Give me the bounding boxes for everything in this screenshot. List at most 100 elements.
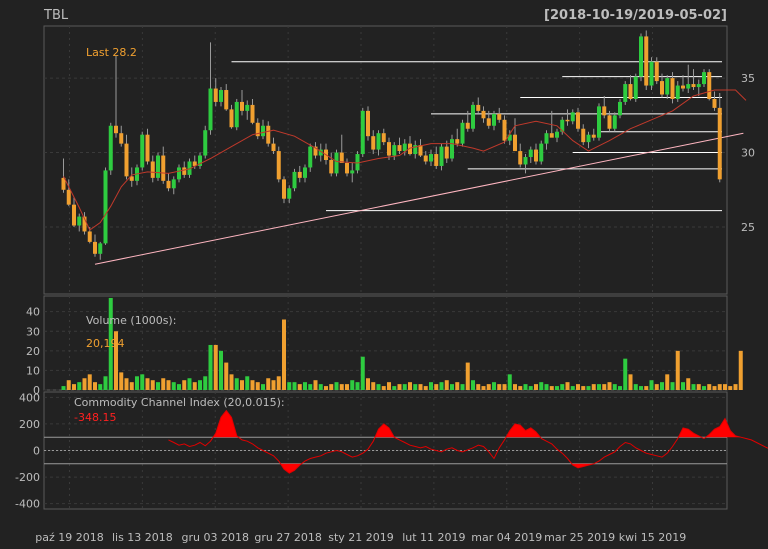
- volume-bar: [602, 384, 607, 390]
- candle-body: [450, 139, 454, 159]
- candle-body: [523, 157, 528, 165]
- candle-body: [213, 88, 218, 102]
- volume-bar: [166, 380, 171, 390]
- volume-bar: [555, 386, 559, 390]
- candle-body: [203, 130, 208, 156]
- cci-last-value: -348.15: [74, 411, 116, 424]
- candle-body: [87, 231, 92, 242]
- volume-bar: [623, 358, 628, 390]
- candle-body: [287, 188, 292, 199]
- x-axis-label: paź 19 2018: [35, 531, 103, 544]
- volume-bar: [161, 378, 166, 390]
- candle-body: [140, 134, 145, 168]
- candle-body: [366, 110, 370, 137]
- volume-bar: [271, 380, 276, 390]
- candle-body: [124, 143, 129, 177]
- candle-body: [696, 84, 701, 88]
- volume-bar: [187, 378, 192, 390]
- symbol-title: TBL: [43, 8, 69, 23]
- candle-body: [649, 61, 654, 86]
- volume-bar: [177, 384, 181, 390]
- candle-body: [602, 106, 607, 116]
- candle-body: [439, 146, 444, 166]
- volume-bar: [429, 382, 433, 390]
- candle-body: [691, 84, 696, 88]
- volume-bar: [292, 382, 297, 390]
- last-price-label: Last 28.2: [86, 46, 137, 59]
- volume-bar: [98, 384, 103, 390]
- sma-line: [63, 89, 747, 231]
- cci-line: [168, 409, 768, 474]
- volume-bar: [234, 378, 239, 390]
- volume-bar: [145, 378, 150, 390]
- candle-body: [261, 125, 265, 137]
- candle-body: [576, 112, 580, 129]
- candle-body: [528, 149, 533, 158]
- volume-bar: [266, 378, 271, 390]
- candle-body: [376, 133, 381, 150]
- volume-bar: [471, 380, 475, 390]
- candle-body: [245, 104, 250, 111]
- candle-body: [471, 104, 475, 129]
- candle-body: [497, 113, 502, 120]
- volume-bar: [119, 372, 124, 390]
- candle-body: [303, 167, 307, 178]
- candle-body: [429, 154, 433, 162]
- candle-body: [103, 170, 108, 244]
- volume-bar: [702, 386, 706, 390]
- volume-bar: [82, 378, 87, 390]
- candle-body: [371, 136, 376, 150]
- volume-bar: [670, 382, 675, 390]
- cci-extreme-fill: [506, 423, 541, 438]
- candle-body: [360, 110, 365, 155]
- price-y-tick: 25: [741, 221, 755, 234]
- volume-bar: [707, 384, 712, 390]
- candle-body: [702, 72, 706, 85]
- candle-body: [392, 145, 397, 156]
- candle-body: [581, 128, 586, 143]
- candle-body: [681, 85, 685, 89]
- volume-bar: [250, 380, 255, 390]
- volume-bar: [376, 384, 381, 390]
- candle-body: [150, 161, 155, 178]
- volume-bar: [213, 344, 218, 390]
- volume-bar: [192, 382, 197, 390]
- candle-body: [219, 90, 223, 102]
- volume-bar: [140, 374, 145, 390]
- volume-bar: [350, 380, 355, 390]
- volume-bar: [434, 384, 439, 390]
- volume-bar: [534, 384, 538, 390]
- volume-bar: [439, 382, 444, 390]
- x-axis-label: kwi 15 2019: [619, 531, 686, 544]
- candle-body: [145, 134, 150, 162]
- candle-body: [712, 98, 717, 108]
- candle-body: [460, 122, 465, 144]
- volume-bar: [654, 384, 659, 390]
- volume-bar: [691, 384, 696, 390]
- candle-body: [639, 36, 643, 77]
- candle-body: [555, 131, 559, 138]
- candle-body: [350, 170, 355, 174]
- volume-bar: [103, 376, 108, 390]
- volume-bar: [649, 380, 654, 390]
- cci-y-tick: 400: [19, 391, 40, 404]
- candle-body: [618, 101, 622, 116]
- candle-body: [156, 155, 160, 178]
- volume-bar: [628, 374, 633, 390]
- volume-bar: [492, 382, 496, 390]
- volume-bar: [198, 380, 202, 390]
- x-axis-label: gru 03 2018: [182, 531, 249, 544]
- volume-bar: [460, 384, 465, 390]
- volume-bar: [591, 384, 596, 390]
- volume-bar: [61, 386, 66, 390]
- volume-bar: [481, 386, 486, 390]
- candle-body: [292, 171, 297, 189]
- volume-bar: [171, 382, 176, 390]
- volume-bar: [93, 382, 97, 390]
- volume-bar: [639, 386, 643, 390]
- volume-bar: [318, 384, 323, 390]
- volume-bar: [576, 384, 580, 390]
- candle-body: [476, 104, 481, 111]
- candle-body: [670, 78, 675, 99]
- volume-bar: [355, 382, 360, 390]
